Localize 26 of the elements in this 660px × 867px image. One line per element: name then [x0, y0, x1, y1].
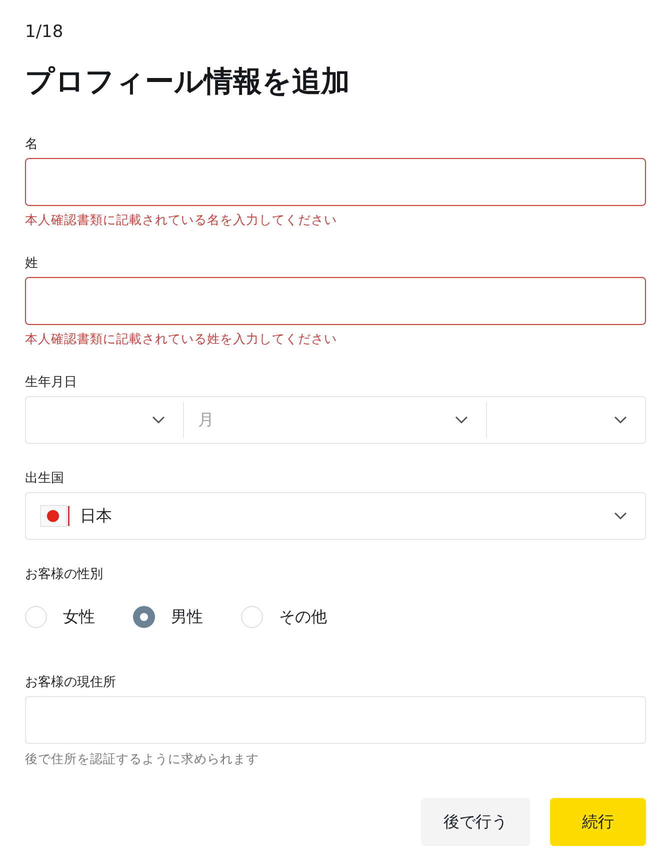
page-title: プロフィール情報を追加	[25, 63, 351, 100]
chevron-down-icon	[455, 416, 468, 424]
later-button[interactable]: 後で行う	[421, 798, 530, 846]
chevron-down-icon	[614, 512, 627, 520]
input-field[interactable]	[25, 158, 646, 206]
continue-button[interactable]: 続行	[550, 798, 646, 846]
field-label: 名	[25, 136, 38, 154]
input-field[interactable]	[25, 277, 646, 325]
field-label: 生年月日	[25, 374, 77, 392]
chevron-down-icon	[152, 416, 165, 424]
address-field[interactable]	[25, 696, 646, 744]
step-counter: 1/18	[25, 21, 64, 44]
radio-option[interactable]: その他	[241, 604, 327, 630]
radio-option[interactable]: 女性	[25, 604, 95, 630]
country-select[interactable]: 日本	[25, 492, 646, 540]
field-label: お客様の性別	[25, 566, 103, 584]
field-label: 出生国	[25, 470, 64, 488]
hint-text: 後で住所を認証するように求められます	[25, 750, 259, 768]
radio-option[interactable]: 男性	[133, 604, 203, 630]
field-label: 姓	[25, 255, 38, 273]
error-message: 本人確認書類に記載されている姓を入力してください	[25, 330, 337, 348]
flag-icon	[40, 505, 70, 527]
field-label: お客様の現住所	[25, 674, 116, 692]
error-message: 本人確認書類に記載されている名を入力してください	[25, 211, 337, 229]
radio-button[interactable]	[133, 606, 155, 628]
chevron-down-icon	[614, 416, 627, 424]
